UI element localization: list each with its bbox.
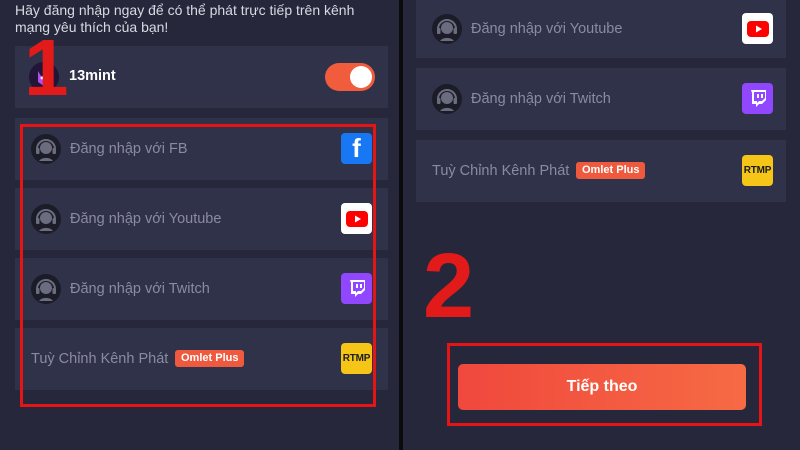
right-custom-stream-label: Tuỳ Chỉnh Kênh Phát	[432, 163, 570, 179]
account-row: 13mint	[15, 46, 388, 108]
step-number-2: 2	[423, 235, 475, 337]
youtube-logo-icon	[742, 13, 773, 44]
headset-avatar-icon	[432, 84, 462, 114]
right-login-twitch-label: Đăng nhập với Twitch	[471, 91, 611, 107]
twitch-logo-icon	[742, 83, 773, 114]
options-highlight-box	[20, 124, 376, 407]
omlet-plus-badge: Omlet Plus	[576, 162, 646, 179]
account-name: 13mint	[69, 68, 116, 84]
rtmp-logo-icon: RTMP	[742, 155, 773, 186]
right-custom-stream-row[interactable]: Tuỳ Chỉnh Kênh Phát Omlet Plus RTMP	[416, 140, 786, 202]
intro-text: Hãy đăng nhập ngay để có thể phát trực t…	[15, 2, 355, 35]
headset-avatar-icon	[432, 14, 462, 44]
step-number-1: 1	[24, 23, 69, 112]
toggle-knob	[350, 66, 372, 88]
account-toggle[interactable]	[325, 63, 375, 91]
next-button-highlight-box	[447, 343, 762, 426]
right-login-twitch-row[interactable]: Đăng nhập với Twitch	[416, 68, 786, 130]
right-login-youtube-row[interactable]: Đăng nhập với Youtube	[416, 0, 786, 58]
right-login-youtube-label: Đăng nhập với Youtube	[471, 21, 623, 37]
